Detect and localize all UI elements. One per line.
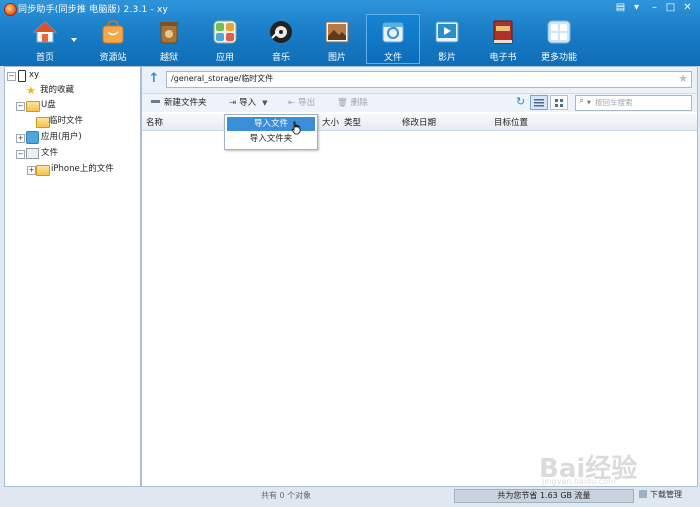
tree-collapse-toggle[interactable]: − (7, 72, 16, 81)
tree-item-temp[interactable]: 临时文件 (49, 114, 83, 128)
nav-pictures[interactable]: 图片 (310, 14, 364, 64)
column-size[interactable]: 大小 (322, 116, 339, 128)
folder-icon (26, 101, 40, 112)
nav-jailbreak[interactable]: 越狱 (142, 14, 196, 64)
favorite-star-icon[interactable]: ★ (678, 72, 688, 85)
app-logo-icon (4, 3, 17, 16)
search-input[interactable]: ⌕ ▼ 按回车搜索 (575, 95, 692, 111)
drive-icon (26, 148, 39, 159)
close-button[interactable]: ✕ (681, 2, 694, 14)
new-folder-button[interactable]: 新建文件夹 (151, 96, 207, 110)
top-bar: 同步助手(同步推 电脑版) 2.3.1 - xy ▤ ▾ – □ ✕ 首页 资源… (0, 0, 700, 66)
app-store-icon (26, 131, 39, 144)
folder-icon (36, 117, 50, 128)
nav-more[interactable]: 更多功能 (532, 14, 586, 64)
shopping-bag-icon (101, 20, 125, 44)
saved-flow-badge: 共为您节省 1.63 GB 流量 (454, 489, 634, 503)
tree-item-apps[interactable]: 应用(用户) (41, 130, 82, 144)
music-disc-icon (269, 20, 293, 44)
maximize-button[interactable]: □ (664, 2, 677, 14)
home-dropdown-caret-icon[interactable] (71, 38, 77, 42)
home-icon (32, 20, 58, 44)
star-icon: ★ (26, 84, 36, 97)
minimize-button[interactable]: – (648, 2, 661, 14)
phone-icon (18, 70, 26, 82)
download-icon (639, 490, 647, 498)
tree-item-favorites[interactable]: 我的收藏 (40, 83, 74, 97)
tree-item-udisk[interactable]: U盘 (41, 98, 56, 112)
import-menu: 导入文件 导入文件夹 (224, 114, 318, 150)
file-folder-icon (381, 20, 405, 44)
hand-cursor-icon (291, 121, 301, 135)
nav-apps[interactable]: 应用 (198, 14, 252, 64)
download-manager-button[interactable]: 下载管理 (639, 489, 682, 500)
tree-item-files[interactable]: 文件 (41, 146, 58, 160)
nav-music[interactable]: 音乐 (254, 14, 308, 64)
address-bar: ↑ /general_storage/临时文件 ★ (142, 67, 697, 94)
search-icon: ⌕ (579, 96, 585, 106)
refresh-icon[interactable]: ↻ (516, 95, 525, 109)
nav-videos[interactable]: 影片 (420, 14, 474, 64)
column-modified[interactable]: 修改日期 (402, 116, 436, 128)
apps-grid-icon (213, 20, 237, 44)
status-bar: 共有 0 个对象 共为您节省 1.63 GB 流量 下载管理 (141, 487, 696, 505)
skin-icon[interactable]: ▾ (630, 2, 643, 14)
toolbar: 新建文件夹 ⇥ 导入 ▼ ⇤ 导出 🗑 删除 ↻ ⌕ ▼ 按回车搜索 (142, 94, 697, 112)
chevron-down-icon: ▼ (262, 99, 268, 107)
video-icon (435, 20, 459, 44)
nav-files[interactable]: 文件 (366, 14, 420, 64)
tree-item-iphone-files[interactable]: iPhone上的文件 (51, 162, 114, 176)
column-name[interactable]: 名称 (146, 116, 163, 128)
jailbreak-jar-icon (157, 20, 181, 44)
tree-expand-toggle[interactable]: + (27, 166, 36, 175)
baidu-watermark: Bai经验 jingyan.baidu.com (539, 454, 638, 486)
export-icon: ⇤ (288, 98, 296, 108)
tree-collapse-toggle[interactable]: − (16, 102, 25, 111)
menu-item-import-file[interactable]: 导入文件 (227, 117, 315, 131)
column-target[interactable]: 目标位置 (494, 116, 528, 128)
folder-tree: − xy ★ 我的收藏 − U盘 临时文件 + 应用(用户) − 文件 + iP… (4, 66, 141, 487)
import-button[interactable]: ⇥ 导入 ▼ (229, 96, 268, 110)
item-count: 共有 0 个对象 (261, 491, 312, 500)
list-view-icon[interactable] (530, 95, 548, 110)
new-folder-icon (151, 100, 160, 103)
nav-home[interactable]: 首页 (18, 14, 72, 64)
trash-icon: 🗑 (337, 98, 348, 108)
column-type[interactable]: 类型 (344, 116, 361, 128)
tree-collapse-toggle[interactable]: − (16, 150, 25, 159)
ebook-icon (491, 20, 515, 44)
export-button[interactable]: ⇤ 导出 (288, 96, 315, 110)
path-input[interactable]: /general_storage/临时文件 ★ (166, 71, 692, 88)
menu-icon[interactable]: ▤ (614, 2, 627, 14)
picture-icon (325, 20, 349, 44)
import-icon: ⇥ (229, 98, 237, 108)
delete-button[interactable]: 🗑 删除 (337, 96, 368, 110)
tree-expand-toggle[interactable]: + (16, 134, 25, 143)
menu-item-import-folder[interactable]: 导入文件夹 (227, 132, 315, 146)
nav-resources[interactable]: 资源站 (86, 14, 140, 64)
more-functions-icon (547, 20, 571, 44)
tree-item-device[interactable]: xy (29, 68, 39, 82)
nav-ebooks[interactable]: 电子书 (476, 14, 530, 64)
grid-view-icon[interactable] (550, 95, 568, 110)
up-arrow-icon[interactable]: ↑ (147, 72, 161, 86)
chevron-down-icon: ▼ (587, 100, 591, 106)
folder-icon (36, 165, 50, 176)
